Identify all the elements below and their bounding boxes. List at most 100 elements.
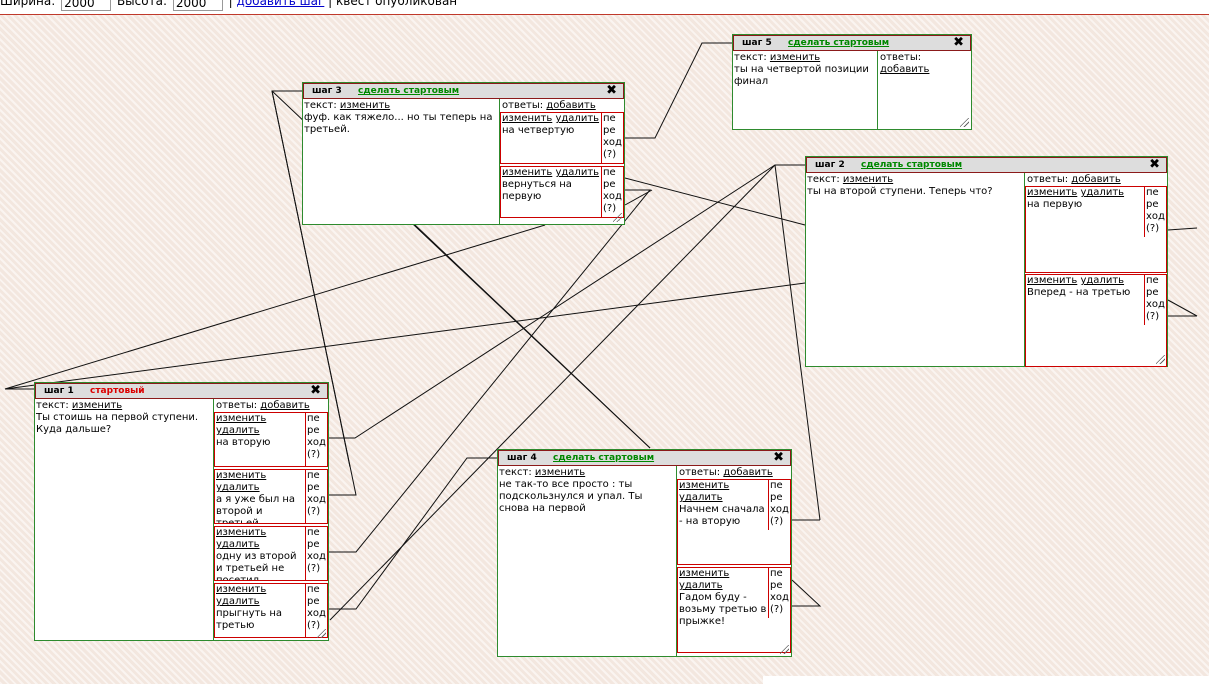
- answer-text: одну из второй и третьей не посетил: [216, 551, 297, 580]
- answer-text: прыгнуть на третью: [216, 608, 283, 631]
- step-3-card[interactable]: шаг 3 сделать стартовым ✖ текст: изменить…: [302, 82, 625, 225]
- transition-handle[interactable]: пе ре ход (?): [305, 470, 327, 523]
- transition-handle[interactable]: пе ре ход (?): [1144, 275, 1166, 325]
- delete-answer-link[interactable]: удалить: [555, 167, 599, 178]
- step-2-card[interactable]: шаг 2 сделать стартовым ✖ текст: изменить…: [805, 156, 1168, 367]
- step-2-text: ты на второй ступени. Теперь что?: [807, 186, 993, 197]
- answer-card: изменить удалить Вперед - на третью пе р…: [1025, 274, 1167, 367]
- add-answer-link[interactable]: добавить: [260, 400, 309, 411]
- edit-answer-link[interactable]: изменить: [1027, 275, 1077, 286]
- resize-handle[interactable]: [780, 645, 789, 654]
- delete-answer-link[interactable]: удалить: [1080, 275, 1124, 286]
- answer-card: изменить удалить вернуться на первую пе …: [500, 166, 624, 218]
- step-3-title: шаг 3: [312, 86, 342, 96]
- transition-handle[interactable]: пе ре ход (?): [305, 413, 327, 466]
- answer-card: изменить удалить одну из второй и третье…: [214, 526, 328, 581]
- edit-answer-link[interactable]: изменить: [216, 527, 266, 538]
- edit-answer-link[interactable]: изменить: [502, 113, 552, 124]
- step-1-titlebar[interactable]: шаг 1 стартовый ✖: [35, 383, 328, 399]
- answers-label: ответы:: [502, 100, 544, 111]
- edit-text-link[interactable]: изменить: [72, 400, 122, 411]
- wire: [4, 282, 806, 390]
- step-1-title: шаг 1: [44, 386, 74, 396]
- wire: [4, 224, 546, 390]
- make-start-link[interactable]: сделать стартовым: [861, 160, 962, 170]
- add-answer-link[interactable]: добавить: [723, 467, 772, 478]
- wire: [1167, 227, 1198, 231]
- transition-handle[interactable]: пе ре ход (?): [768, 480, 790, 530]
- text-label: текст:: [36, 400, 69, 411]
- edit-text-link[interactable]: изменить: [770, 52, 820, 63]
- edit-answer-link[interactable]: изменить: [679, 480, 729, 491]
- make-start-link[interactable]: сделать стартовым: [553, 453, 654, 463]
- step-4-title: шаг 4: [507, 453, 537, 463]
- add-answer-link[interactable]: добавить: [880, 64, 969, 76]
- close-icon[interactable]: ✖: [1149, 158, 1160, 172]
- answers-label: ответы:: [880, 52, 922, 63]
- step-1-card[interactable]: шаг 1 стартовый ✖ текст: изменить Ты стои…: [34, 382, 329, 641]
- answer-text: на вторую: [216, 437, 271, 448]
- add-answer-link[interactable]: добавить: [1071, 174, 1120, 185]
- step-4-answers-column: ответы: добавить изменить удалить Начнем…: [677, 466, 791, 656]
- answer-card: изменить удалить а я уже был на второй и…: [214, 469, 328, 524]
- text-label: текст:: [304, 100, 337, 111]
- step-1-answers-column: ответы: добавить изменить удалить на вто…: [214, 399, 328, 640]
- delete-answer-link[interactable]: удалить: [679, 580, 723, 591]
- make-start-link[interactable]: сделать стартовым: [788, 38, 889, 48]
- edit-text-link[interactable]: изменить: [340, 100, 390, 111]
- edit-text-link[interactable]: изменить: [535, 467, 585, 478]
- step-3-text: фуф. как тяжело... но ты теперь на треть…: [304, 112, 493, 135]
- resize-handle[interactable]: [960, 118, 969, 127]
- answer-card: изменить удалить на четвертую пе ре ход …: [500, 112, 624, 164]
- transition-handle[interactable]: пе ре ход (?): [768, 568, 790, 618]
- close-icon[interactable]: ✖: [773, 451, 784, 465]
- answer-text: на первую: [1027, 199, 1083, 210]
- step-2-titlebar[interactable]: шаг 2 сделать стартовым ✖: [806, 157, 1167, 173]
- delete-answer-link[interactable]: удалить: [216, 425, 260, 436]
- delete-answer-link[interactable]: удалить: [555, 113, 599, 124]
- delete-answer-link[interactable]: удалить: [216, 482, 260, 493]
- step-4-titlebar[interactable]: шаг 4 сделать стартовым ✖: [498, 450, 791, 466]
- step-5-titlebar[interactable]: шаг 5 сделать стартовым ✖: [733, 35, 971, 51]
- step-5-title: шаг 5: [742, 38, 772, 48]
- answer-card: изменить удалить прыгнуть на третью пе р…: [214, 583, 328, 638]
- edit-answer-link[interactable]: изменить: [216, 470, 266, 481]
- delete-answer-link[interactable]: удалить: [216, 596, 260, 607]
- edit-answer-link[interactable]: изменить: [502, 167, 552, 178]
- wire: [625, 42, 732, 139]
- close-icon[interactable]: ✖: [953, 36, 964, 50]
- start-status: стартовый: [90, 386, 145, 396]
- step-4-card[interactable]: шаг 4 сделать стартовым ✖ текст: изменить…: [497, 449, 792, 657]
- delete-answer-link[interactable]: удалить: [679, 492, 723, 503]
- transition-handle[interactable]: пе ре ход (?): [305, 527, 327, 580]
- transition-handle[interactable]: пе ре ход (?): [1144, 187, 1166, 237]
- delete-answer-link[interactable]: удалить: [216, 539, 260, 550]
- resize-handle[interactable]: [613, 213, 622, 222]
- answer-text: Начнем сначала - на вторую: [679, 504, 765, 527]
- edit-answer-link[interactable]: изменить: [216, 584, 266, 595]
- transition-handle[interactable]: пе ре ход (?): [601, 167, 623, 217]
- edit-text-link[interactable]: изменить: [843, 174, 893, 185]
- delete-answer-link[interactable]: удалить: [1080, 187, 1124, 198]
- answer-text: Вперед - на третью: [1027, 287, 1131, 298]
- wire: [414, 224, 651, 449]
- edit-answer-link[interactable]: изменить: [216, 413, 266, 424]
- resize-handle[interactable]: [1156, 355, 1165, 364]
- text-label: текст:: [499, 467, 532, 478]
- step-3-titlebar[interactable]: шаг 3 сделать стартовым ✖: [303, 83, 624, 99]
- answers-label: ответы:: [1027, 174, 1069, 185]
- close-icon[interactable]: ✖: [310, 384, 321, 398]
- edit-answer-link[interactable]: изменить: [1027, 187, 1077, 198]
- step-4-text: не так-то все просто : ты подскользнулся…: [499, 479, 643, 514]
- resize-handle[interactable]: [317, 629, 326, 638]
- step-5-card[interactable]: шаг 5 сделать стартовым ✖ текст: изменить…: [732, 34, 972, 130]
- make-start-link[interactable]: сделать стартовым: [358, 86, 459, 96]
- answer-card: изменить удалить на первую пе ре ход (?): [1025, 186, 1167, 273]
- add-answer-link[interactable]: добавить: [546, 100, 595, 111]
- step-1-text: Ты стоишь на первой ступени. Куда дальше…: [36, 412, 199, 435]
- close-icon[interactable]: ✖: [606, 84, 617, 98]
- transition-handle[interactable]: пе ре ход (?): [601, 113, 623, 163]
- edit-answer-link[interactable]: изменить: [679, 568, 729, 579]
- answers-label: ответы:: [679, 467, 721, 478]
- answer-text: на четвертую: [502, 125, 575, 136]
